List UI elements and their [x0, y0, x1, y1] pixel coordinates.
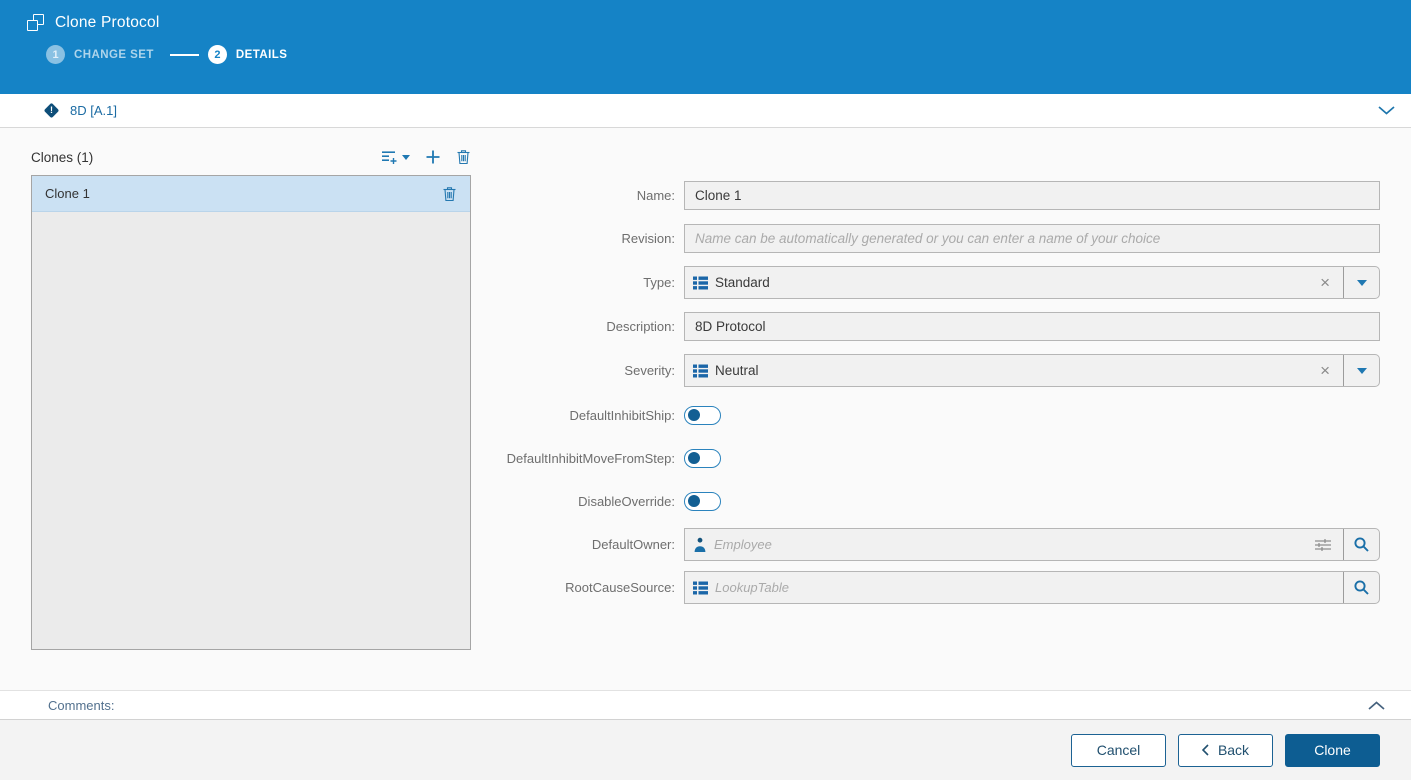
name-input[interactable] [684, 181, 1380, 210]
filter-options-button[interactable] [1303, 538, 1343, 552]
dialog-body: Clones (1) Clone 1 Name: Clone 1 Revisio… [0, 128, 1411, 690]
severity-row: Severity: Neutral × [471, 354, 1380, 387]
step-1-label: CHANGE SET [74, 48, 154, 61]
revision-input[interactable] [684, 224, 1380, 253]
default-owner-placeholder: Employee [714, 537, 772, 552]
root-cause-source-picker[interactable]: LookupTable [684, 571, 1380, 604]
root-cause-source-search-button[interactable] [1343, 572, 1379, 603]
step-change-set[interactable]: 1 CHANGE SET [46, 45, 154, 64]
toggle-knob [687, 494, 700, 508]
caret-down-icon [402, 154, 410, 160]
type-value: Standard [715, 275, 770, 290]
type-dropdown-button[interactable] [1343, 267, 1379, 298]
description-row: Description: [471, 312, 1380, 341]
back-button[interactable]: Back [1178, 733, 1273, 767]
severity-dropdown-button[interactable] [1343, 355, 1379, 386]
clones-list: Clone 1 [31, 175, 471, 650]
comments-label: Comments: [48, 697, 115, 713]
step-connector [169, 53, 199, 56]
dropdown-arrow-icon [1356, 279, 1367, 286]
add-clone-button[interactable] [425, 149, 441, 165]
dialog-header: Clone Protocol 1 CHANGE SET 2 DETAILS [0, 0, 1411, 94]
disable-override-label: DisableOverride: [578, 494, 675, 509]
clear-severity-button[interactable]: × [1307, 362, 1343, 379]
lookup-table-icon [693, 276, 708, 289]
default-owner-search-button[interactable] [1343, 529, 1379, 560]
add-from-list-button[interactable] [381, 150, 410, 165]
name-label: Name: [636, 188, 675, 203]
clone-icon [27, 14, 44, 31]
alert-diamond-icon: ! [43, 102, 60, 119]
clone-details-form: Name: Revision: Type: Standard × [471, 145, 1380, 690]
root-cause-source-row: RootCauseSource: LookupTable [471, 571, 1380, 604]
dropdown-arrow-icon [1356, 367, 1367, 374]
chevron-down-icon [1378, 106, 1395, 115]
default-inhibit-ship-toggle[interactable] [684, 406, 721, 425]
step-1-circle: 1 [46, 45, 65, 64]
clones-panel: Clones (1) Clone 1 [31, 145, 471, 690]
default-inhibit-ship-row: DefaultInhibitShip: [471, 406, 1380, 425]
severity-label: Severity: [624, 363, 675, 378]
severity-value: Neutral [715, 363, 759, 378]
protocol-title: 8D [A.1] [70, 103, 117, 118]
severity-combobox[interactable]: Neutral × [684, 354, 1380, 387]
clone-list-item[interactable]: Clone 1 [32, 176, 470, 212]
root-cause-source-label: RootCauseSource: [565, 580, 675, 595]
revision-row: Revision: [471, 224, 1380, 253]
disable-override-row: DisableOverride: [471, 492, 1380, 511]
step-details[interactable]: 2 DETAILS [207, 45, 288, 64]
chevron-left-icon [1201, 744, 1209, 756]
clones-toolbar [381, 149, 471, 165]
default-owner-picker[interactable]: Employee [684, 528, 1380, 561]
employee-icon [694, 537, 706, 552]
delete-row-button[interactable] [442, 186, 457, 202]
lookup-table-icon [693, 364, 708, 377]
disable-override-toggle[interactable] [684, 492, 721, 511]
lookup-table-icon [693, 581, 708, 594]
clone-item-name: Clone 1 [45, 186, 90, 201]
add-from-list-icon [382, 150, 397, 164]
default-inhibit-move-from-step-toggle[interactable] [684, 449, 721, 468]
default-inhibit-move-from-step-row: DefaultInhibitMoveFromStep: [471, 449, 1380, 468]
clones-panel-title: Clones (1) [31, 149, 94, 165]
comments-section: Comments: [0, 690, 1411, 720]
delete-clone-button[interactable] [456, 149, 471, 165]
description-input[interactable] [684, 312, 1380, 341]
type-combobox[interactable]: Standard × [684, 266, 1380, 299]
collapse-section-button[interactable] [1378, 106, 1395, 115]
clones-panel-header: Clones (1) [31, 145, 471, 169]
type-row: Type: Standard × [471, 266, 1380, 299]
type-label: Type: [643, 275, 675, 290]
clone-button[interactable]: Clone [1285, 733, 1380, 767]
sliders-icon [1315, 538, 1331, 551]
step-2-label: DETAILS [235, 48, 288, 61]
default-inhibit-move-from-step-label: DefaultInhibitMoveFromStep: [506, 451, 675, 466]
clone-protocol-dialog: Clone Protocol 1 CHANGE SET 2 DETAILS ! … [0, 0, 1411, 780]
chevron-up-icon [1368, 700, 1385, 710]
cancel-button[interactable]: Cancel [1071, 733, 1166, 767]
collapse-comments-button[interactable] [1368, 700, 1385, 710]
name-row: Name: [471, 181, 1380, 210]
dialog-title: Clone Protocol [55, 13, 160, 31]
default-inhibit-ship-label: DefaultInhibitShip: [569, 408, 675, 423]
revision-label: Revision: [621, 231, 675, 246]
default-owner-row: DefaultOwner: Employee [471, 528, 1380, 561]
clear-type-button[interactable]: × [1307, 274, 1343, 291]
toggle-knob [687, 408, 700, 422]
root-cause-source-placeholder: LookupTable [715, 580, 789, 595]
delete-icon [443, 186, 456, 201]
default-owner-label: DefaultOwner: [591, 537, 675, 552]
add-icon [426, 150, 440, 164]
toggle-knob [687, 451, 700, 465]
delete-icon [457, 150, 470, 165]
protocol-bar: ! 8D [A.1] [0, 94, 1411, 128]
wizard-steps: 1 CHANGE SET 2 DETAILS [0, 45, 1411, 64]
magnifier-icon [1354, 537, 1369, 552]
magnifier-icon [1354, 580, 1369, 595]
step-2-circle: 2 [207, 45, 227, 64]
description-label: Description: [606, 319, 675, 334]
dialog-footer: Cancel Back Clone [0, 720, 1411, 780]
